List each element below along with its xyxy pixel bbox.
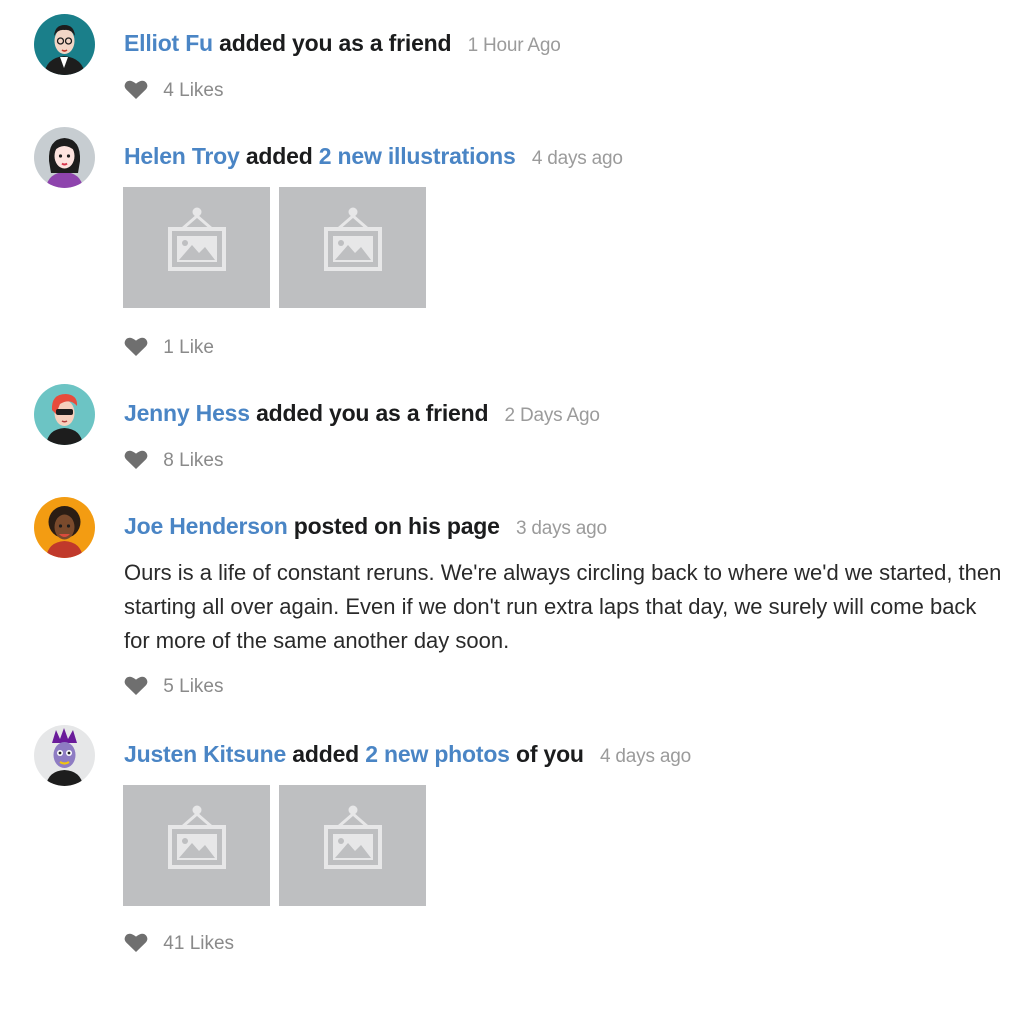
avatar-joe-icon [34,497,95,558]
action-text: added you as a friend [219,30,452,56]
like-count: 1 Like [163,337,214,358]
heart-icon [124,676,148,695]
avatar[interactable] [34,725,95,786]
like-button[interactable]: 4 Likes [124,79,223,103]
like-count: 5 Likes [163,676,224,697]
like-button[interactable]: 41 Likes [124,932,234,956]
extra-images [123,187,435,308]
avatar-jenny-icon [34,384,95,445]
avatar[interactable] [34,497,95,558]
avatar-elliot-icon [34,14,95,75]
avatar-justen-icon [34,725,95,786]
like-button[interactable]: 1 Like [124,336,214,360]
event-date: 2 Days Ago [504,405,600,426]
user-link[interactable]: Elliot Fu [124,30,213,56]
like-count: 8 Likes [163,450,224,471]
image-thumbnail[interactable] [123,187,270,308]
post-text: Ours is a life of constant reruns. We're… [124,560,1002,653]
image-placeholder-icon [324,207,382,271]
user-link[interactable]: Joe Henderson [124,513,288,539]
like-button[interactable]: 8 Likes [124,449,223,473]
action-text: posted on his page [293,513,500,539]
avatar[interactable] [34,384,95,445]
heart-icon [124,933,148,952]
action-suffix: of you [515,741,584,767]
event-date: 1 Hour Ago [467,35,561,56]
like-count: 41 Likes [163,933,235,954]
image-thumbnail[interactable] [123,785,270,906]
like-button[interactable]: 5 Likes [124,675,223,699]
image-placeholder-icon [324,805,382,869]
image-placeholder-icon [168,207,226,271]
content-link[interactable]: 2 new illustrations [319,143,516,169]
event-summary: Helen Troy added 2 new illustrations 4 d… [124,141,623,174]
like-count: 4 Likes [163,80,224,101]
user-link[interactable]: Jenny Hess [124,400,250,426]
extra-images [123,785,435,906]
image-thumbnail[interactable] [279,187,426,308]
user-link[interactable]: Justen Kitsune [124,741,286,767]
user-link[interactable]: Helen Troy [124,143,240,169]
action-text: added [292,741,360,767]
heart-icon [124,337,148,356]
event-date: 4 days ago [531,148,623,169]
event-summary: Justen Kitsune added 2 new photos of you… [124,739,691,772]
content-link[interactable]: 2 new photos [365,741,510,767]
avatar[interactable] [34,14,95,75]
heart-icon [124,80,148,99]
image-placeholder-icon [168,805,226,869]
action-text: added [245,143,313,169]
event-summary: Jenny Hess added you as a friend 2 Days … [124,398,600,431]
event-date: 3 days ago [515,518,607,539]
event-summary: Joe Henderson posted on his page 3 days … [124,511,607,544]
action-text: added you as a friend [256,400,489,426]
event-summary: Elliot Fu added you as a friend 1 Hour A… [124,28,561,61]
image-thumbnail[interactable] [279,785,426,906]
activity-feed: Elliot Fu added you as a friend 1 Hour A… [0,0,1036,1031]
avatar-helen-icon [34,127,95,188]
avatar[interactable] [34,127,95,188]
event-date: 4 days ago [599,746,691,767]
heart-icon [124,450,148,469]
